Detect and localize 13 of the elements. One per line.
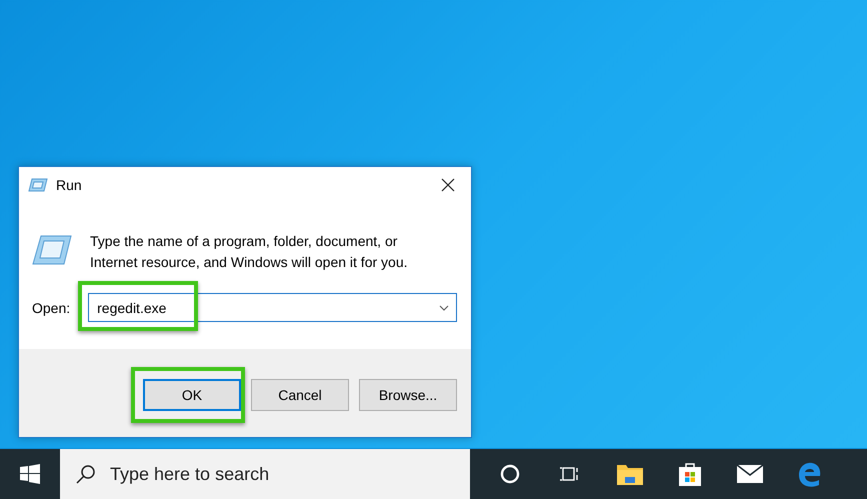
dialog-button[interactable]: OK bbox=[143, 379, 241, 411]
open-label: Open: bbox=[32, 300, 70, 316]
open-combo-field[interactable]: regedit.exe bbox=[88, 293, 457, 322]
dialog-button[interactable]: Cancel bbox=[251, 379, 349, 411]
run-app-icon bbox=[28, 178, 48, 192]
taskbar-search-field[interactable]: Type here to search bbox=[60, 449, 470, 499]
dropdown-caret-icon[interactable] bbox=[439, 305, 449, 311]
close-icon[interactable] bbox=[441, 178, 455, 192]
window-title: Run bbox=[56, 177, 83, 193]
description-text: Type the name of a program, folder, document, or Internet resource, and Windows will open it for you. bbox=[90, 232, 408, 272]
dialog-button[interactable]: Browse... bbox=[359, 379, 457, 411]
windows-logo-icon[interactable] bbox=[20, 464, 40, 484]
run-app-icon bbox=[32, 235, 72, 265]
